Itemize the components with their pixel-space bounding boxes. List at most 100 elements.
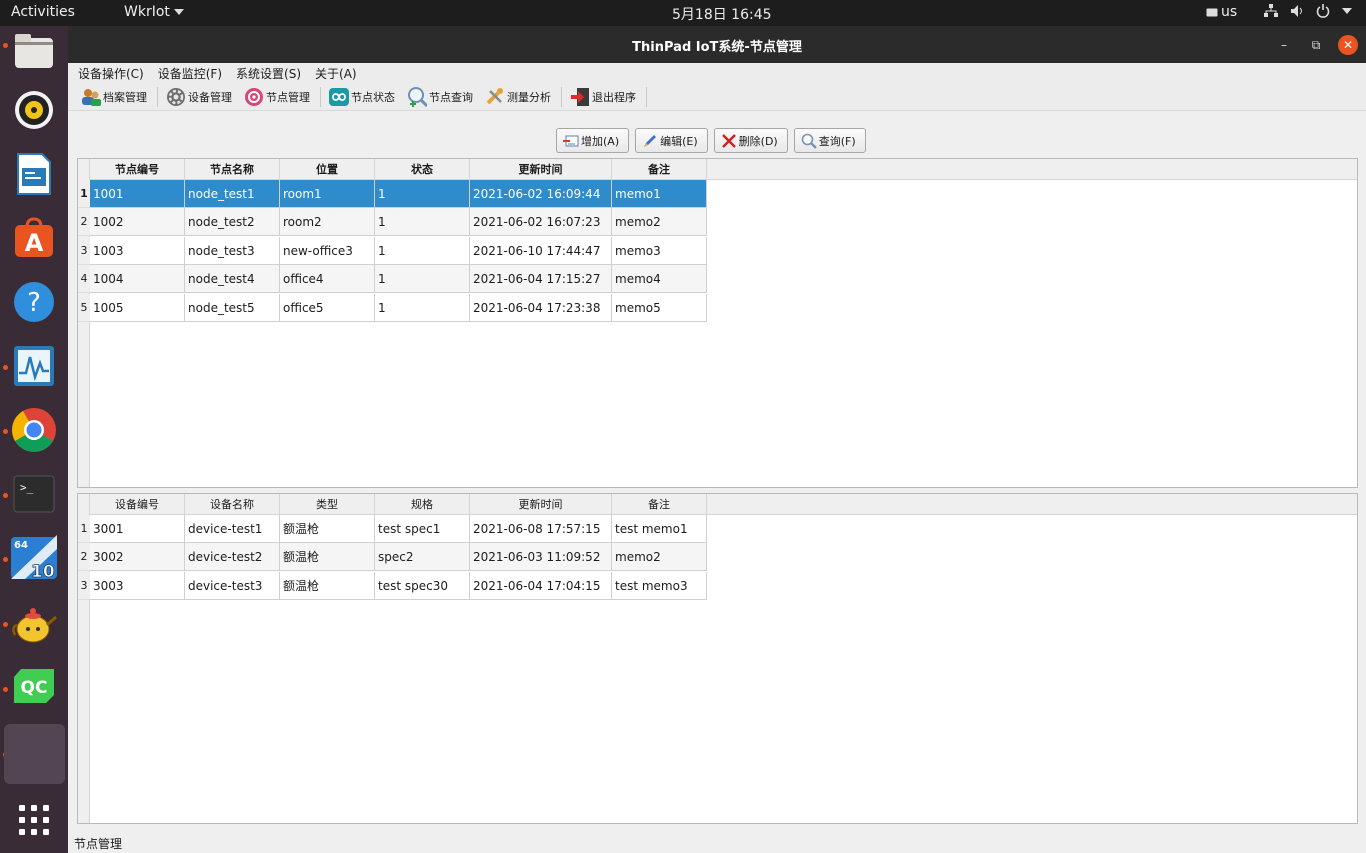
- table-cell[interactable]: 3001: [90, 515, 185, 543]
- table-cell[interactable]: 1: [375, 208, 470, 237]
- toolbar-measure-button[interactable]: 测量分析: [480, 85, 558, 109]
- row-number[interactable]: 4: [78, 265, 90, 294]
- row-number[interactable]: 2: [78, 543, 90, 572]
- toolbar-node-button[interactable]: 节点管理: [239, 85, 317, 109]
- toolbar-archive-button[interactable]: 档案管理: [76, 85, 154, 109]
- table-row[interactable]: 2 3002 device-test2 额温枪 spec2 2021-06-03 11:0…: [78, 543, 707, 572]
- system-menu[interactable]: [1264, 4, 1352, 18]
- toolbar-device-button[interactable]: 设备管理: [161, 85, 239, 109]
- table-cell[interactable]: office5: [280, 293, 375, 322]
- column-header[interactable]: 设备名称: [185, 494, 280, 515]
- table-cell[interactable]: node_test4: [185, 265, 280, 294]
- menu-device-monitor[interactable]: 设备监控(F): [158, 65, 222, 82]
- restore-button[interactable]: ⧉: [1306, 35, 1326, 55]
- minimize-button[interactable]: –: [1274, 35, 1294, 55]
- table-cell[interactable]: office4: [280, 265, 375, 294]
- table-cell[interactable]: 3002: [90, 543, 185, 572]
- table-cell[interactable]: 2021-06-04 17:15:27: [470, 265, 612, 294]
- table-cell[interactable]: memo4: [612, 265, 707, 294]
- table-cell[interactable]: 2021-06-08 17:57:15: [470, 515, 612, 543]
- row-number[interactable]: 3: [78, 571, 90, 600]
- close-button[interactable]: ✕: [1338, 35, 1358, 55]
- table-cell[interactable]: node_test3: [185, 236, 280, 265]
- files-app-icon[interactable]: [10, 26, 58, 74]
- column-header[interactable]: 备注: [612, 159, 707, 180]
- table-cell[interactable]: 1004: [90, 265, 185, 294]
- row-number[interactable]: 5: [78, 293, 90, 322]
- column-header[interactable]: 备注: [612, 494, 707, 515]
- libreoffice-writer-app-icon[interactable]: [10, 150, 58, 198]
- table-cell[interactable]: memo2: [612, 543, 707, 572]
- column-header[interactable]: 节点编号: [90, 159, 185, 180]
- table-cell[interactable]: memo1: [612, 180, 707, 208]
- column-header[interactable]: 更新时间: [470, 494, 612, 515]
- table-cell[interactable]: device-test1: [185, 515, 280, 543]
- app-menu[interactable]: WkrIot: [124, 4, 184, 20]
- clock[interactable]: 5月18日 16:45: [672, 4, 772, 24]
- row-number[interactable]: 3: [78, 236, 90, 265]
- toolbar-node-query-button[interactable]: 节点查询: [402, 85, 480, 109]
- table-cell[interactable]: device-test3: [185, 571, 280, 600]
- column-header[interactable]: 位置: [280, 159, 375, 180]
- table-cell[interactable]: spec2: [375, 543, 470, 572]
- column-header[interactable]: 状态: [375, 159, 470, 180]
- table-cell[interactable]: 1001: [90, 180, 185, 208]
- add-button[interactable]: 增加(A): [556, 128, 630, 153]
- table-row[interactable]: 3 1003 node_test3 new-office3 1 2021-06-10 17…: [78, 236, 707, 265]
- column-header[interactable]: 类型: [280, 494, 375, 515]
- terminal-app-icon[interactable]: >_: [10, 470, 58, 518]
- rhythmbox-app-icon[interactable]: [10, 86, 58, 134]
- table-cell[interactable]: new-office3: [280, 236, 375, 265]
- table-cell[interactable]: memo5: [612, 293, 707, 322]
- column-header[interactable]: 节点名称: [185, 159, 280, 180]
- row-number[interactable]: 1: [78, 515, 90, 543]
- table-cell[interactable]: device-test2: [185, 543, 280, 572]
- delete-button[interactable]: 删除(D): [713, 128, 788, 153]
- table-cell[interactable]: 2021-06-02 16:07:23: [470, 208, 612, 237]
- teapot-app-icon[interactable]: [10, 598, 58, 646]
- edit-button[interactable]: 编辑(E): [635, 128, 708, 153]
- table-cell[interactable]: 1003: [90, 236, 185, 265]
- table-cell[interactable]: 额温枪: [280, 571, 375, 600]
- table-cell[interactable]: 2021-06-03 11:09:52: [470, 543, 612, 572]
- table-cell[interactable]: 2021-06-04 17:04:15: [470, 571, 612, 600]
- devices-table[interactable]: 设备编号 设备名称 类型 规格 更新时间 备注 1 3001 device-test…: [77, 493, 1358, 824]
- chrome-app-icon[interactable]: [10, 406, 58, 454]
- table-cell[interactable]: memo2: [612, 208, 707, 237]
- table-cell[interactable]: 1: [375, 265, 470, 294]
- table-cell[interactable]: 2021-06-10 17:44:47: [470, 236, 612, 265]
- table-cell[interactable]: 2021-06-04 17:23:38: [470, 293, 612, 322]
- software-center-app-icon[interactable]: A: [10, 214, 58, 262]
- table-cell[interactable]: node_test2: [185, 208, 280, 237]
- query-button[interactable]: 查询(F): [793, 128, 866, 153]
- table-cell[interactable]: test memo3: [612, 571, 707, 600]
- table-cell[interactable]: 1: [375, 236, 470, 265]
- table-cell[interactable]: 1002: [90, 208, 185, 237]
- row-number[interactable]: 2: [78, 208, 90, 237]
- nodes-table[interactable]: 节点编号 节点名称 位置 状态 更新时间 备注 1 1001 node_test1 r…: [77, 158, 1358, 488]
- table-cell[interactable]: 3003: [90, 571, 185, 600]
- column-header[interactable]: 规格: [375, 494, 470, 515]
- menu-device-operation[interactable]: 设备操作(C): [78, 65, 144, 82]
- table-cell[interactable]: test spec1: [375, 515, 470, 543]
- table-cell[interactable]: node_test1: [185, 180, 280, 208]
- toolbar-exit-button[interactable]: 退出程序: [565, 85, 643, 109]
- column-header[interactable]: 更新时间: [470, 159, 612, 180]
- show-applications-icon[interactable]: [10, 796, 58, 844]
- table-cell[interactable]: 1: [375, 293, 470, 322]
- table-row[interactable]: 5 1005 node_test5 office5 1 2021-06-04 17:23:…: [78, 293, 707, 322]
- toolbar-node-status-button[interactable]: 节点状态: [324, 85, 402, 109]
- table-row[interactable]: 4 1004 node_test4 office4 1 2021-06-04 17:15:…: [78, 265, 707, 294]
- table-cell[interactable]: test spec30: [375, 571, 470, 600]
- vm-64-10-app-icon[interactable]: 64 10: [10, 534, 58, 582]
- running-app-icon[interactable]: [4, 724, 65, 784]
- menu-system-settings[interactable]: 系统设置(S): [236, 65, 301, 82]
- table-row[interactable]: 1 1001 node_test1 room1 1 2021-06-02 16:09:44…: [78, 180, 707, 208]
- table-cell[interactable]: 1005: [90, 293, 185, 322]
- table-cell[interactable]: test memo1: [612, 515, 707, 543]
- table-cell[interactable]: room2: [280, 208, 375, 237]
- column-header[interactable]: 设备编号: [90, 494, 185, 515]
- row-number[interactable]: 1: [78, 180, 90, 208]
- table-row[interactable]: 2 1002 node_test2 room2 1 2021-06-02 16:07:23…: [78, 208, 707, 237]
- table-row[interactable]: 3 3003 device-test3 额温枪 test spec30 2021-06-0…: [78, 571, 707, 600]
